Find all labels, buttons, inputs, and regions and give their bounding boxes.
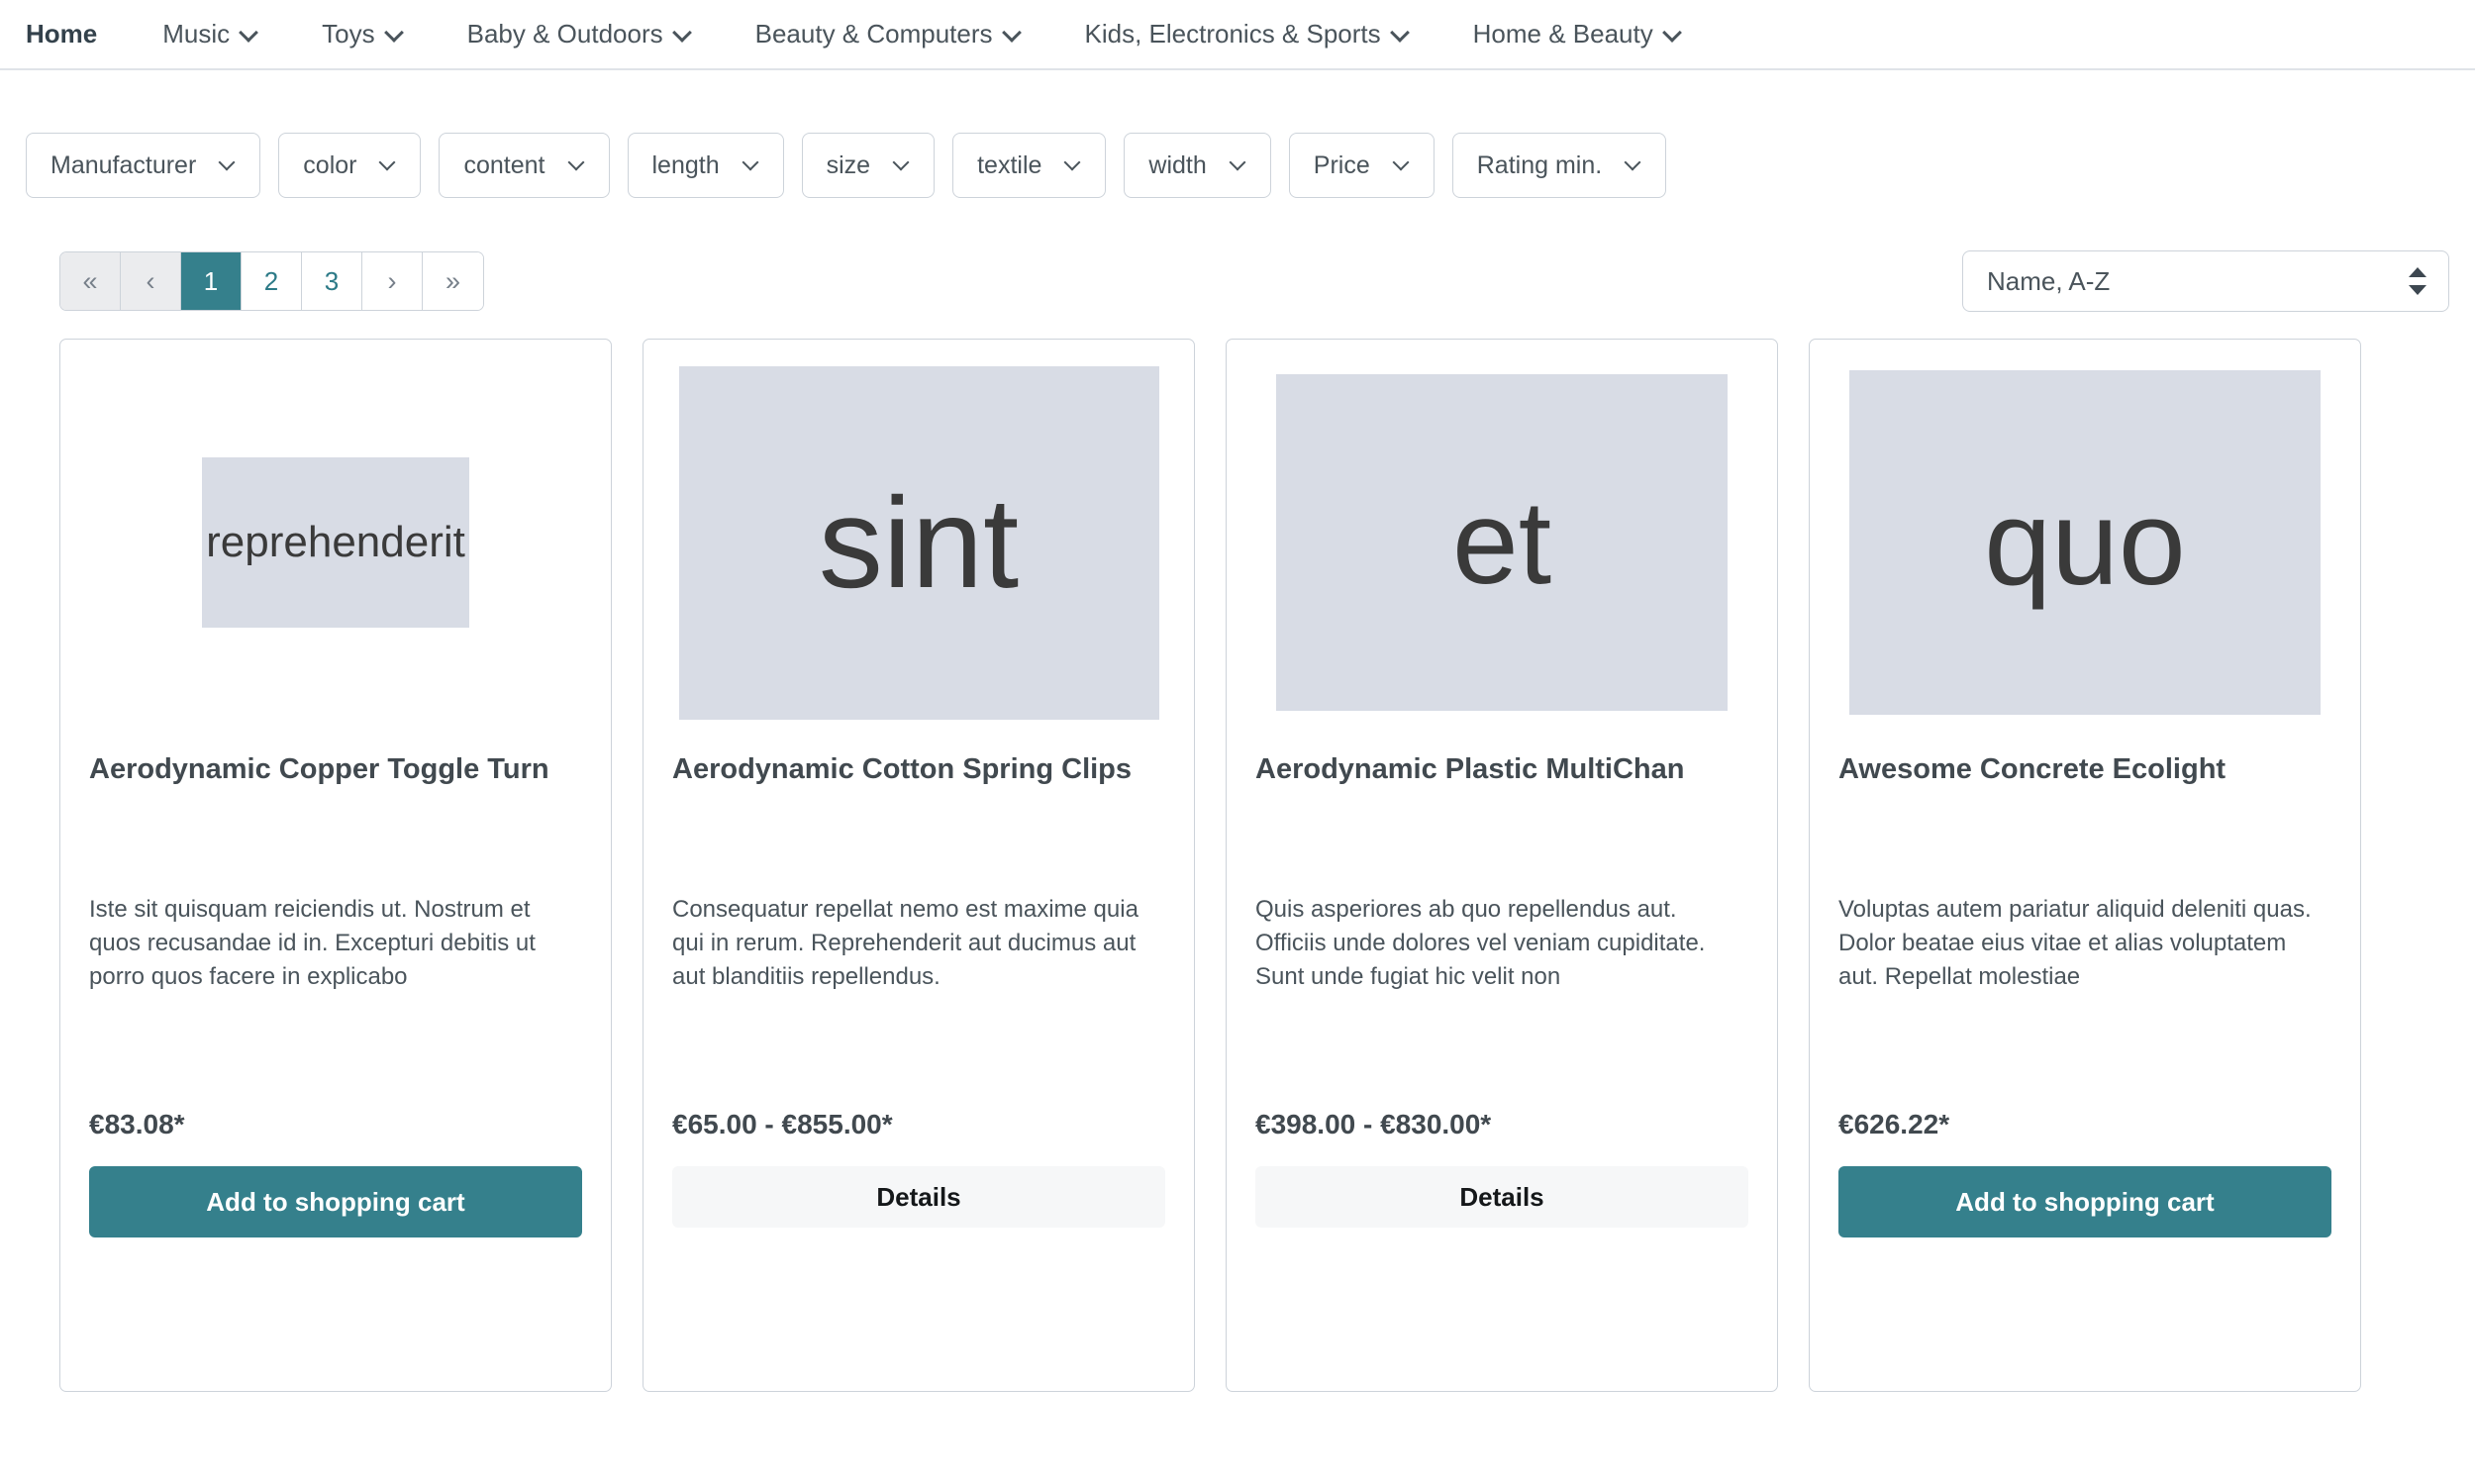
product-image-placeholder[interactable]: reprehenderit [202,457,469,628]
product-card[interactable]: sint Aerodynamic Cotton Spring Clips Conse… [643,339,1195,1392]
product-description: Consequatur repellat nemo est maxime qui… [672,896,1138,991]
filter-label: width [1148,150,1207,179]
filter-label: content [463,150,545,179]
filter-size[interactable]: size [801,133,936,198]
product-card-body: Aerodynamic Cotton Spring Clips Consequat… [644,740,1194,1391]
chevron-down-icon [743,154,759,170]
main-navigation: Home Music Toys Baby & Outdoors Beauty & Com… [0,0,2475,70]
nav-item-label: Baby & Outdoors [466,19,663,49]
filter-textile[interactable]: textile [952,133,1107,198]
product-image-placeholder[interactable]: et [1276,374,1728,711]
listing-toolbar: «‹ 1 2 3 ›» Name, A-Z [0,198,2475,312]
filter-label: Price [1313,150,1370,179]
details-button[interactable]: Details [1255,1166,1748,1228]
chevron-down-icon [1664,24,1680,40]
chevron-down-icon [894,154,910,170]
product-description: Quis asperiores ab quo repellendus aut. … [1255,896,1706,991]
filter-content[interactable]: content [439,133,610,198]
filter-bar: Manufacturer color content length size textil… [0,70,2475,198]
pagination-page-3[interactable]: 3 [302,252,362,310]
nav-item-kids-electronics-sports[interactable]: Kids, Electronics & Sports [1085,0,1439,69]
filter-label: color [303,150,357,179]
product-image-wrapper: reprehenderit [60,340,611,740]
product-action-wrapper: Details [672,1166,1165,1228]
filter-price[interactable]: Price [1288,133,1435,198]
filter-color[interactable]: color [278,133,422,198]
product-card[interactable]: reprehenderit Aerodynamic Copper Toggle T… [59,339,612,1392]
filter-manufacturer[interactable]: Manufacturer [26,133,261,198]
product-card[interactable]: et Aerodynamic Plastic MultiChan Quis aspe… [1226,339,1778,1392]
add-to-cart-button[interactable]: Add to shopping cart [1838,1166,2331,1237]
sort-updown-icon [2409,265,2426,297]
product-card[interactable]: quo Awesome Concrete Ecolight Voluptas aut… [1809,339,2361,1392]
pagination-prev: ‹ [121,252,181,310]
pagination-next[interactable]: › [362,252,423,310]
product-action-wrapper: Add to shopping cart [1838,1166,2331,1237]
nav-item-toys[interactable]: Toys [322,0,433,69]
chevron-down-icon [1394,154,1410,170]
filter-length[interactable]: length [627,133,784,198]
nav-item-label: Home & Beauty [1472,19,1653,49]
sort-select-value: Name, A-Z [1987,265,2111,296]
product-image-wrapper: quo [1810,340,2360,740]
filter-label: size [826,150,871,179]
filter-label: Rating min. [1476,150,1603,179]
product-price: €83.08* [89,1109,185,1139]
product-card-body: Awesome Concrete Ecolight Voluptas autem … [1810,740,2360,1391]
product-card-body: Aerodynamic Copper Toggle Turn Iste sit q… [60,740,611,1391]
product-image-wrapper: sint [644,340,1194,740]
nav-item-label: Music [162,19,231,49]
product-title[interactable]: Aerodynamic Cotton Spring Clips [672,750,1165,841]
pagination-last[interactable]: » [423,252,483,310]
chevron-down-icon [241,24,256,40]
sort-select[interactable]: Name, A-Z [1962,250,2449,312]
nav-item-label: Kids, Electronics & Sports [1084,19,1381,49]
chevron-down-icon [1065,154,1081,170]
pagination-page-1[interactable]: 1 [181,252,242,310]
product-action-wrapper: Details [1255,1166,1748,1228]
product-card-body: Aerodynamic Plastic MultiChan Quis asperi… [1227,740,1777,1391]
nav-item-home-beauty[interactable]: Home & Beauty [1473,0,1712,69]
product-description: Voluptas autem pariatur aliquid deleniti… [1838,896,2312,991]
product-price: €626.22* [1838,1109,1950,1139]
pagination: «‹ 1 2 3 ›» [59,251,484,311]
chevron-down-icon [380,154,396,170]
pagination-first: « [60,252,121,310]
chevron-down-icon [1231,154,1246,170]
nav-item-label: Toys [322,19,375,49]
chevron-down-icon [1392,24,1408,40]
chevron-down-icon [220,154,236,170]
pagination-page-2[interactable]: 2 [242,252,302,310]
add-to-cart-button[interactable]: Add to shopping cart [89,1166,582,1237]
nav-item-label: Home [26,19,98,49]
product-title[interactable]: Awesome Concrete Ecolight [1838,750,2331,841]
product-action-wrapper: Add to shopping cart [89,1166,582,1237]
product-image-placeholder[interactable]: sint [678,365,1159,720]
filter-rating-min[interactable]: Rating min. [1451,133,1667,198]
nav-item-music[interactable]: Music [162,0,288,69]
nav-item-baby-outdoors[interactable]: Baby & Outdoors [467,0,722,69]
chevron-down-icon [1004,24,1020,40]
chevron-down-icon [386,24,402,40]
nav-item-beauty-computers[interactable]: Beauty & Computers [755,0,1051,69]
product-image-placeholder[interactable]: quo [1849,370,2321,715]
filter-width[interactable]: width [1124,133,1271,198]
chevron-down-icon [674,24,690,40]
filter-label: length [651,150,720,179]
product-title[interactable]: Aerodynamic Plastic MultiChan [1255,750,1748,841]
chevron-down-icon [569,154,585,170]
filter-label: Manufacturer [50,150,197,179]
product-price: €398.00 - €830.00* [1255,1109,1492,1139]
nav-item-label: Beauty & Computers [754,19,993,49]
product-price: €65.00 - €855.00* [672,1109,893,1139]
product-title[interactable]: Aerodynamic Copper Toggle Turn [89,750,582,841]
details-button[interactable]: Details [672,1166,1165,1228]
nav-item-home[interactable]: Home [26,0,129,69]
product-image-wrapper: et [1227,340,1777,740]
chevron-down-icon [1626,154,1641,170]
filter-label: textile [977,150,1042,179]
product-grid: reprehenderit Aerodynamic Copper Toggle T… [0,312,2475,1392]
product-description: Iste sit quisquam reiciendis ut. Nostrum… [89,896,536,991]
